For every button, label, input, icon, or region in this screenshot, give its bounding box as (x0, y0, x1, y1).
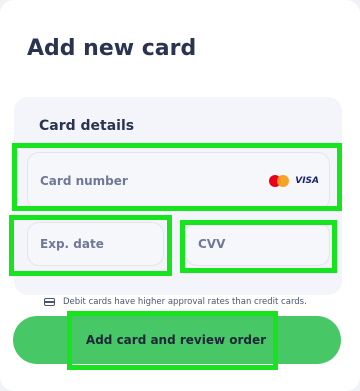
page-title: Add new card (27, 36, 197, 61)
approval-notice: Debit cards have higher approval rates t… (44, 296, 307, 308)
credit-card-icon (44, 298, 55, 306)
card-details-label: Card details (39, 118, 135, 134)
exp-date-highlight (9, 215, 172, 276)
card-number-highlight (12, 143, 342, 211)
add-card-button-label: Add card and review order (85, 333, 267, 347)
cvv-highlight (180, 220, 337, 273)
approval-notice-text: Debit cards have higher approval rates t… (63, 297, 307, 307)
